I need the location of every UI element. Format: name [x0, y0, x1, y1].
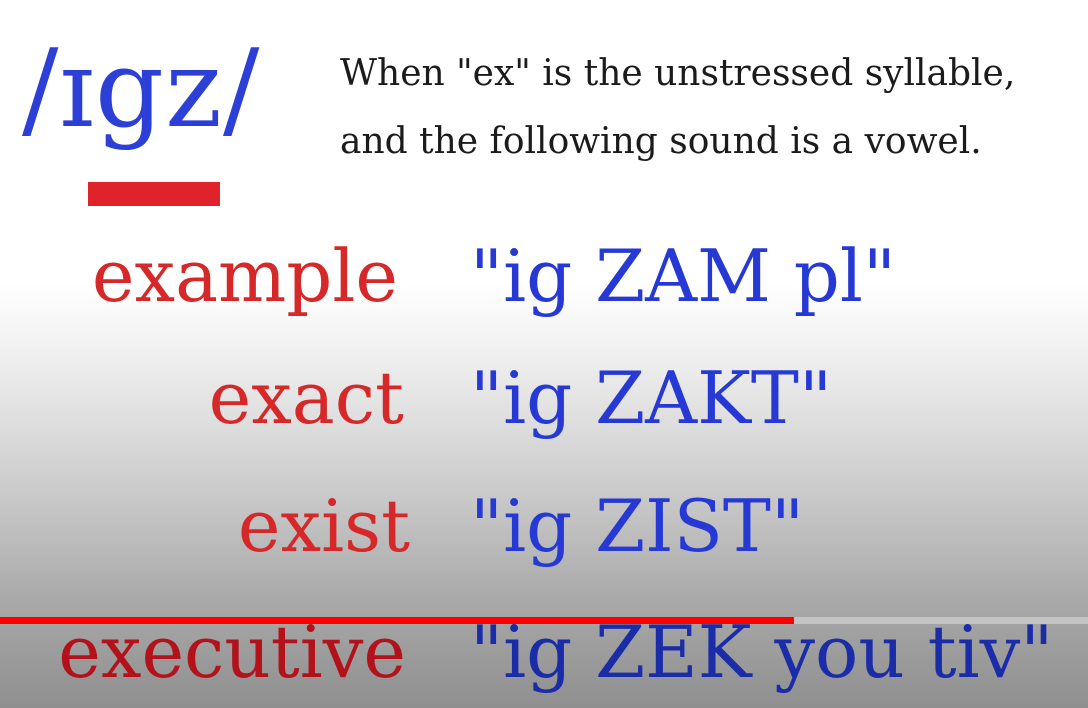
example-pronunciation: "ig ZIST"	[470, 484, 805, 568]
example-pronunciation: "ig ZAM pl"	[470, 234, 896, 318]
ipa-underline-bar	[88, 182, 220, 206]
example-row: executive "ig ZEK you tiv"	[0, 616, 1088, 708]
rule-text-line-1: When "ex" is the unstressed syllable,	[340, 53, 1016, 94]
example-word: exact	[208, 356, 404, 440]
video-frame[interactable]: /ɪgz/ When "ex" is the unstressed syllab…	[0, 0, 1088, 708]
example-pronunciation: "ig ZEK you tiv"	[470, 610, 1054, 694]
rule-text-line-2: and the following sound is a vowel.	[340, 121, 982, 162]
ipa-symbol: /ɪgz/	[22, 27, 261, 152]
example-row: example "ig ZAM pl"	[0, 240, 1088, 340]
example-word: executive	[58, 610, 406, 694]
example-row: exist "ig ZIST"	[0, 490, 1088, 590]
example-row: exact "ig ZAKT"	[0, 362, 1088, 462]
example-word: exist	[237, 484, 410, 568]
example-word: example	[91, 234, 398, 318]
example-pronunciation: "ig ZAKT"	[470, 356, 833, 440]
